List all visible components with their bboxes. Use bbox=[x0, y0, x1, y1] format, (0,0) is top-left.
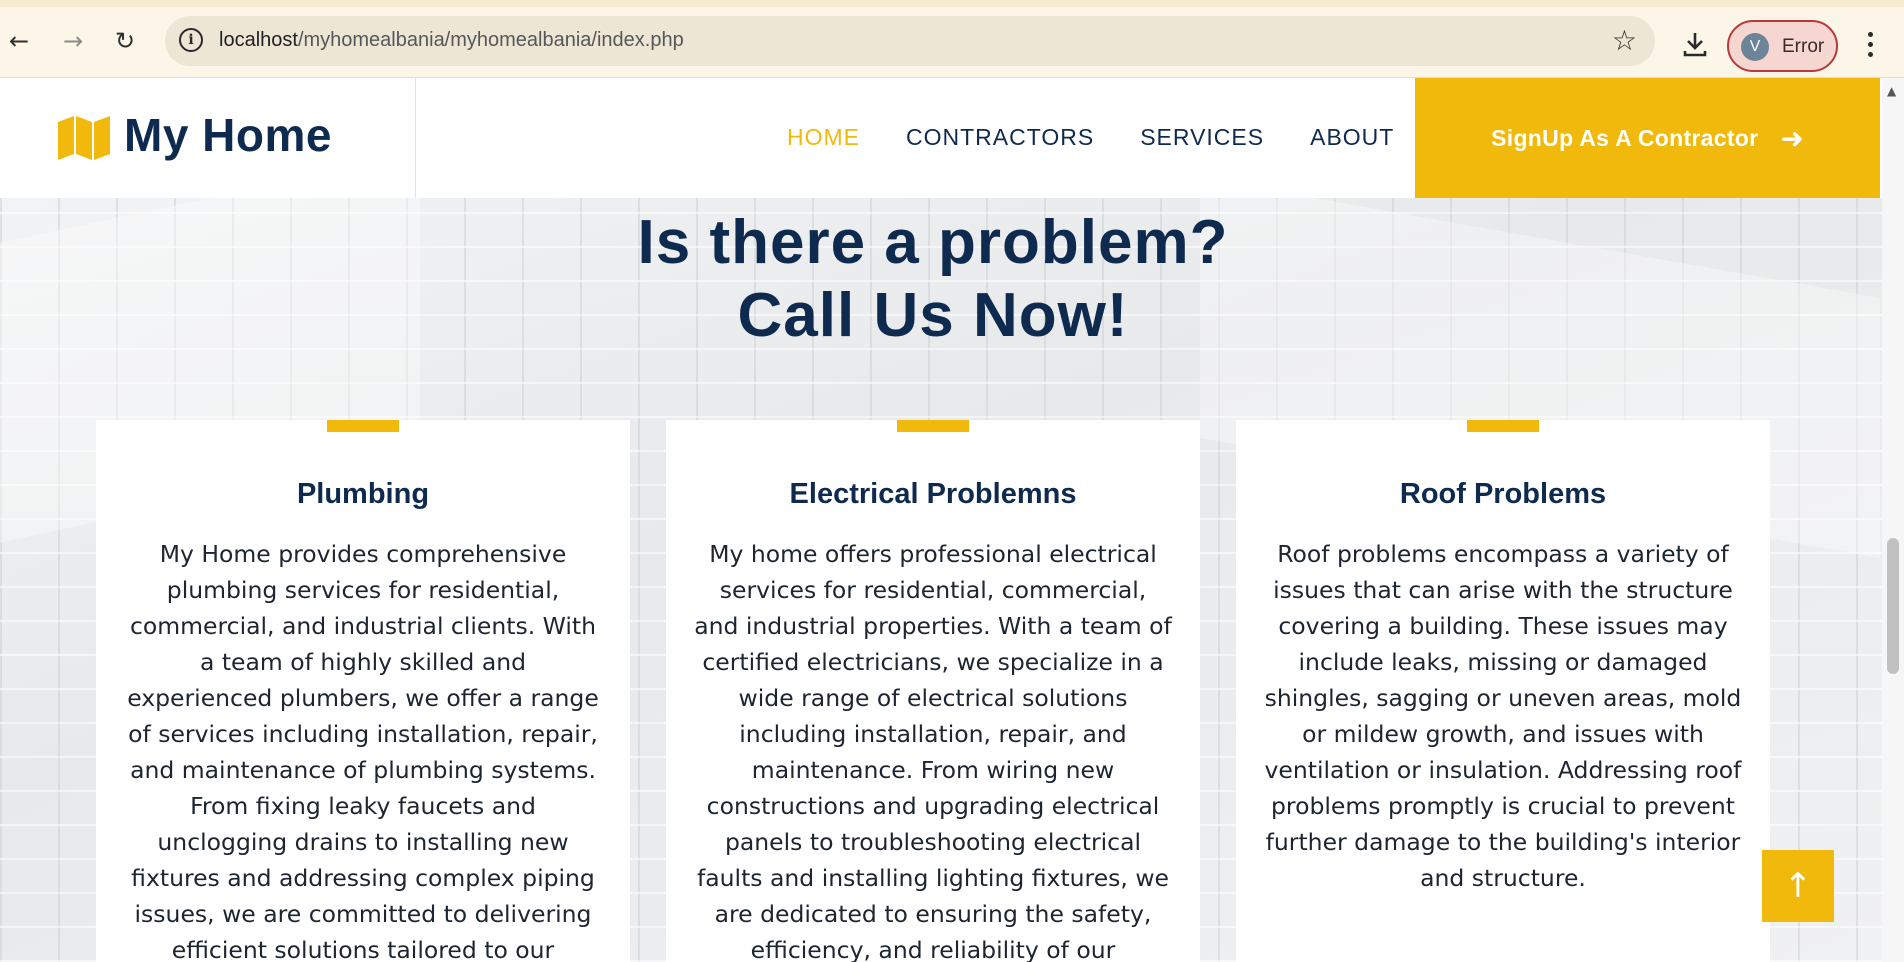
scroll-up-arrow-icon[interactable]: ▲ bbox=[1887, 84, 1896, 98]
card-accent-bar bbox=[327, 420, 399, 432]
url-path: /myhomealbania/myhomealbania/index.php bbox=[297, 29, 684, 51]
card-body: Roof problems encompass a variety of iss… bbox=[1264, 540, 1742, 892]
profile-button[interactable]: V Error bbox=[1727, 20, 1838, 72]
section-heading: Is there a problem? Call Us Now! bbox=[0, 206, 1866, 352]
star-icon[interactable]: ☆ bbox=[1612, 24, 1637, 57]
arrow-right-icon: ➜ bbox=[1780, 121, 1804, 155]
forward-arrow-icon: → bbox=[62, 27, 84, 55]
back-arrow-icon: ← bbox=[8, 27, 30, 55]
card-title: Roof Problems bbox=[1399, 478, 1607, 510]
url-text[interactable]: localhost/myhomealbania/myhomealbania/in… bbox=[219, 29, 684, 52]
card-title: Plumbing bbox=[296, 478, 430, 510]
url-host: localhost bbox=[219, 29, 298, 51]
download-icon[interactable] bbox=[1680, 29, 1710, 59]
nav-about[interactable]: ABOUT bbox=[1310, 124, 1394, 151]
profile-status-label: Error bbox=[1782, 36, 1825, 57]
arrow-up-icon: ↑ bbox=[1783, 866, 1813, 906]
nav-home[interactable]: HOME bbox=[787, 124, 860, 151]
card-body: My home offers professional electrical s… bbox=[694, 540, 1172, 962]
forward-button[interactable]: → bbox=[56, 24, 90, 58]
reload-icon: ↻ bbox=[114, 27, 136, 55]
service-card-plumbing: Plumbing My Home provides comprehensive … bbox=[96, 420, 630, 962]
reload-button[interactable]: ↻ bbox=[108, 24, 142, 58]
brand-name: My Home bbox=[124, 109, 332, 161]
scroll-thumb[interactable] bbox=[1887, 538, 1899, 674]
map-icon bbox=[58, 116, 110, 160]
heading-line-1: Is there a problem? bbox=[637, 208, 1229, 277]
card-body: My Home provides comprehensive plumbing … bbox=[127, 540, 599, 962]
nav-services[interactable]: SERVICES bbox=[1140, 124, 1264, 151]
service-card-electrical: Electrical Problemns My home offers prof… bbox=[666, 420, 1200, 962]
signup-contractor-button[interactable]: SignUp As A Contractor ➜ bbox=[1415, 78, 1880, 198]
site-header: My Home HOME CONTRACTORS SERVICES ABOUT … bbox=[0, 78, 1882, 198]
brand[interactable]: My Home bbox=[0, 78, 416, 198]
avatar: V bbox=[1741, 33, 1769, 61]
info-icon[interactable]: i bbox=[179, 28, 203, 52]
page-scrollbar[interactable]: ▲ bbox=[1882, 78, 1904, 962]
card-title: Electrical Problemns bbox=[789, 478, 1077, 510]
card-accent-bar bbox=[1467, 420, 1539, 432]
browser-top-strip bbox=[0, 0, 1904, 7]
address-bar[interactable]: i localhost/myhomealbania/myhomealbania/… bbox=[165, 16, 1655, 66]
kebab-menu-icon[interactable] bbox=[1860, 27, 1880, 61]
main-nav: HOME CONTRACTORS SERVICES ABOUT bbox=[787, 124, 1394, 151]
heading-line-2: Call Us Now! bbox=[737, 281, 1129, 350]
browser-toolbar: ← → ↻ i localhost/myhomealbania/myhomeal… bbox=[0, 7, 1904, 78]
signup-contractor-label: SignUp As A Contractor bbox=[1491, 124, 1759, 151]
back-button[interactable]: ← bbox=[2, 24, 36, 58]
nav-contractors[interactable]: CONTRACTORS bbox=[906, 124, 1094, 151]
card-accent-bar bbox=[897, 420, 969, 432]
service-card-roof: Roof Problems Roof problems encompass a … bbox=[1236, 420, 1770, 962]
page-viewport: My Home HOME CONTRACTORS SERVICES ABOUT … bbox=[0, 78, 1882, 962]
back-to-top-button[interactable]: ↑ bbox=[1762, 850, 1834, 922]
